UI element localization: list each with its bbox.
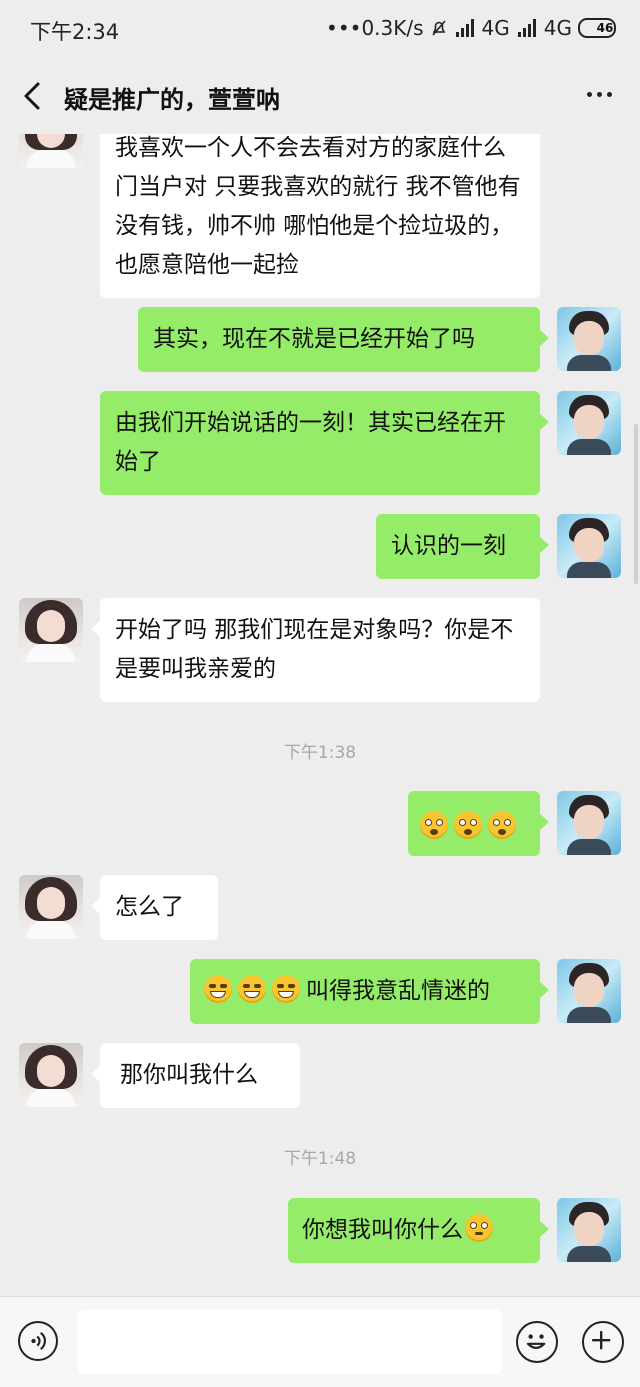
grin-emoji-icon — [238, 975, 266, 1003]
message-bubble-incoming[interactable]: 开始了吗 那我们现在是对象吗？你是不是要叫我亲爱的 — [91, 598, 540, 702]
my-avatar[interactable] — [557, 959, 621, 1023]
status-icons: •••0.3K/s 4G 4G 46 — [326, 16, 616, 40]
stare-emoji-icon — [488, 811, 516, 839]
stare-emoji-icon — [420, 811, 448, 839]
network-type-1: 4G — [481, 16, 510, 40]
my-avatar[interactable] — [557, 791, 621, 855]
message-bubble-outgoing[interactable]: 认识的一刻 — [376, 514, 549, 579]
message-bubble-outgoing[interactable]: 由我们开始说话的一刻！其实已经在开始了 — [100, 391, 549, 495]
stare-emoji-icon — [454, 811, 482, 839]
chat-header: 疑是推广的，萱萱呐 — [0, 58, 640, 134]
grin-emoji-icon — [272, 975, 300, 1003]
message-bubble-outgoing[interactable]: 其实，现在不就是已经开始了吗 — [138, 307, 549, 372]
chat-title: 疑是推广的，萱萱呐 — [64, 86, 280, 114]
signal-bars-icon — [454, 19, 476, 37]
scrollbar[interactable] — [634, 424, 638, 584]
message-list[interactable]: 我喜欢一个人不会去看对方的家庭什么门当户对 只要我喜欢的就行 我不管他有没有钱，… — [0, 134, 640, 1296]
network-type-2: 4G — [543, 16, 572, 40]
message-text: 你想我叫你什么 — [302, 1217, 463, 1243]
message-bubble-outgoing[interactable]: 叫得我意乱情迷的 — [190, 959, 549, 1024]
network-speed: •••0.3K/s — [326, 16, 424, 40]
battery-icon: 46 — [578, 18, 616, 38]
message-bubble-incoming[interactable]: 那你叫我什么 — [91, 1043, 300, 1108]
input-bar — [0, 1296, 640, 1387]
contact-avatar[interactable] — [19, 134, 83, 168]
contact-avatar[interactable] — [19, 1043, 83, 1107]
message-bubble-outgoing[interactable]: 你想我叫你什么 — [288, 1198, 549, 1263]
message-text: 叫得我意乱情迷的 — [306, 978, 490, 1004]
my-avatar[interactable] — [557, 307, 621, 371]
my-avatar[interactable] — [557, 1198, 621, 1262]
message-bubble-outgoing[interactable] — [408, 791, 549, 856]
contact-avatar[interactable] — [19, 598, 83, 662]
status-bar: 下午2:34 •••0.3K/s 4G 4G 46 — [0, 0, 640, 58]
grin-emoji-icon — [204, 975, 232, 1003]
contact-avatar[interactable] — [19, 875, 83, 939]
message-timestamp: 下午1:48 — [283, 1149, 357, 1169]
status-time: 下午2:34 — [30, 20, 120, 44]
voice-icon[interactable] — [18, 1321, 58, 1361]
my-avatar[interactable] — [557, 391, 621, 455]
emoji-icon[interactable] — [516, 1321, 558, 1363]
mute-bell-icon — [431, 20, 446, 36]
message-bubble-incoming[interactable]: 我喜欢一个人不会去看对方的家庭什么门当户对 只要我喜欢的就行 我不管他有没有钱，… — [100, 134, 540, 298]
signal-bars-icon — [516, 19, 538, 37]
more-dots-icon[interactable] — [587, 92, 612, 97]
message-input[interactable] — [78, 1310, 502, 1374]
plus-icon[interactable] — [582, 1321, 624, 1363]
shy-emoji-icon — [465, 1214, 493, 1242]
my-avatar[interactable] — [557, 514, 621, 578]
message-timestamp: 下午1:38 — [283, 743, 357, 763]
message-bubble-incoming[interactable]: 怎么了 — [91, 875, 218, 940]
battery-level: 46 — [596, 21, 614, 35]
chevron-left-icon[interactable] — [18, 78, 48, 114]
